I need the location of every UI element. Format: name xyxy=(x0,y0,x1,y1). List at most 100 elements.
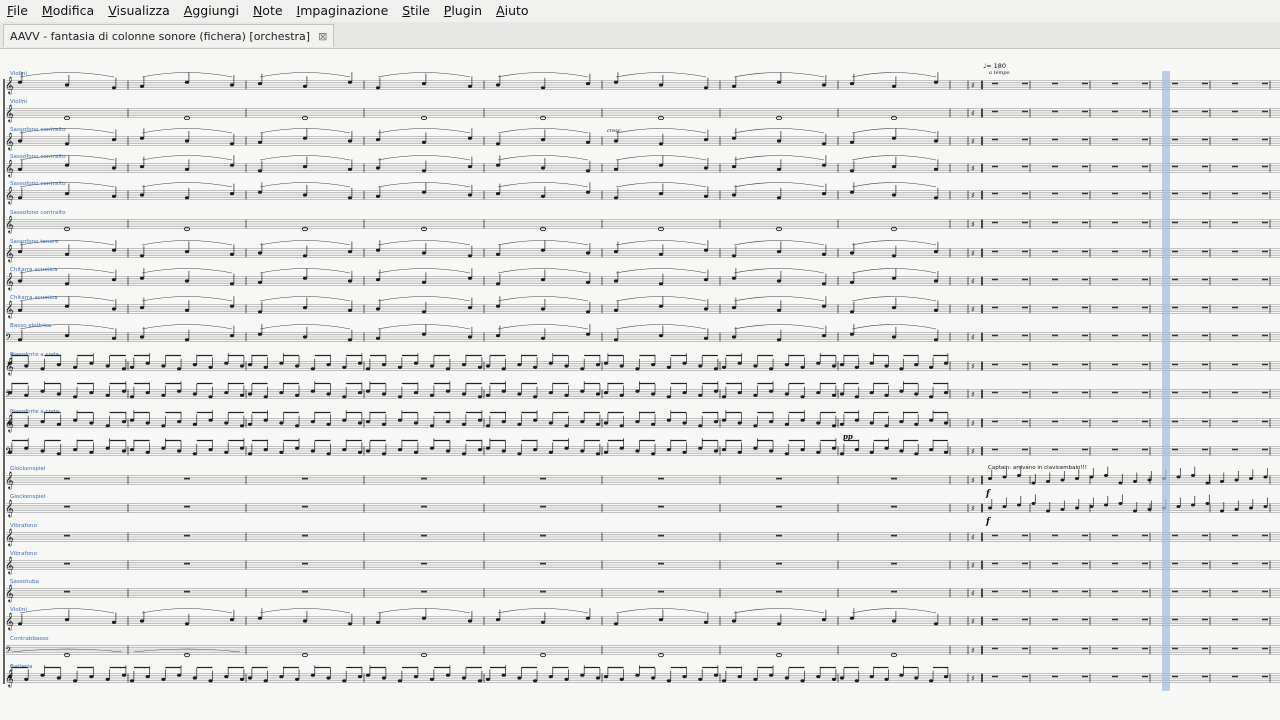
note-head xyxy=(1263,505,1268,508)
note-head xyxy=(703,307,709,311)
note-head xyxy=(467,193,473,197)
note-head xyxy=(1133,509,1137,513)
rest xyxy=(1202,250,1208,253)
note-head xyxy=(495,83,501,87)
score-tab[interactable]: AAVV - fantasia di colonne sonore (fiche… xyxy=(3,24,335,47)
rest xyxy=(1112,110,1118,113)
note-head xyxy=(139,276,145,280)
note-head xyxy=(7,361,13,365)
menu-file[interactable]: File xyxy=(0,0,35,22)
score-sheet[interactable]: Violini𝄞 ♯Violini𝄞 ♯Sassofono contralto𝄞 ♯S… xyxy=(0,49,1280,720)
note-head xyxy=(413,675,419,679)
note-head xyxy=(933,308,939,312)
rest xyxy=(992,306,998,309)
note-head xyxy=(257,280,263,284)
menu-visualizza[interactable]: Visualizza xyxy=(101,0,177,22)
note-head xyxy=(613,196,619,200)
note-head xyxy=(89,361,94,365)
key-signature: ♯ xyxy=(971,504,975,513)
note-head xyxy=(421,280,427,284)
slur xyxy=(497,155,589,161)
rest xyxy=(1082,391,1088,394)
note-head xyxy=(821,618,827,622)
note-head xyxy=(753,393,758,397)
note-head xyxy=(161,446,166,450)
note-head xyxy=(40,420,45,424)
note-head xyxy=(121,367,127,371)
note-head xyxy=(421,616,427,620)
note-head xyxy=(105,364,110,368)
note-head xyxy=(1249,477,1253,480)
rest xyxy=(1022,618,1028,621)
note-head xyxy=(89,421,94,425)
rest xyxy=(1262,110,1268,113)
rest xyxy=(1082,306,1088,309)
menu-impaginazione[interactable]: Impaginazione xyxy=(290,0,396,22)
menu-modifica[interactable]: Modifica xyxy=(35,0,101,22)
rest xyxy=(992,334,998,337)
rest xyxy=(1232,391,1238,394)
rest xyxy=(1232,306,1238,309)
note-head xyxy=(247,392,253,396)
slur xyxy=(733,155,825,161)
menu-aggiungi[interactable]: Aggiungi xyxy=(177,0,246,22)
rest xyxy=(1082,110,1088,113)
note-head xyxy=(73,365,78,369)
note-head xyxy=(111,307,117,311)
note-head xyxy=(208,365,213,369)
whole-note xyxy=(63,652,71,658)
menu-note[interactable]: Note xyxy=(246,0,290,22)
note-head xyxy=(310,420,315,424)
staff-label: Contrabbasso xyxy=(10,636,49,642)
rest xyxy=(1142,192,1148,195)
whole-note xyxy=(63,226,71,232)
note-head xyxy=(698,446,703,450)
rest xyxy=(1172,165,1178,168)
menu-stile[interactable]: Stile xyxy=(395,0,436,22)
rest xyxy=(1112,306,1118,309)
note-head xyxy=(421,190,427,194)
note-head xyxy=(184,250,190,254)
note-head xyxy=(658,618,664,622)
rest xyxy=(1142,138,1148,141)
note-head xyxy=(849,140,855,144)
note-head xyxy=(929,679,934,683)
rest xyxy=(992,363,998,366)
note-head xyxy=(381,363,387,367)
rest xyxy=(421,534,427,537)
note-head xyxy=(548,361,553,365)
rest xyxy=(1142,110,1148,113)
note-head xyxy=(375,248,381,252)
note-head xyxy=(129,395,135,399)
key-signature: ♯ xyxy=(971,390,975,399)
note-head xyxy=(302,306,308,310)
note-head xyxy=(1046,509,1050,513)
rest xyxy=(1022,192,1028,195)
score-canvas[interactable]: Violini 𝄞 ♯ Violini 𝄞 ♯ Sassofono contralto 𝄞 ♯ S… xyxy=(0,49,1280,720)
close-icon[interactable]: ⊠ xyxy=(318,30,327,43)
slur xyxy=(377,324,471,330)
note-head xyxy=(64,83,70,87)
note-head xyxy=(703,194,709,198)
note-head xyxy=(295,364,300,368)
rest xyxy=(776,590,782,593)
rest xyxy=(1142,221,1148,224)
menu-aiuto[interactable]: Aiuto xyxy=(489,0,536,22)
menu-plugin[interactable]: Plugin xyxy=(437,0,489,22)
note-head xyxy=(1191,474,1195,477)
note-head xyxy=(658,192,664,196)
note-head xyxy=(1017,474,1021,477)
note-head xyxy=(703,278,709,282)
rest xyxy=(1142,391,1148,394)
note-head xyxy=(342,365,347,369)
note-head xyxy=(580,420,585,424)
rest xyxy=(992,278,998,281)
note-head xyxy=(184,279,190,283)
rest xyxy=(992,110,998,113)
rest xyxy=(1172,192,1178,195)
note-head xyxy=(17,80,23,84)
rest xyxy=(1082,448,1088,451)
note-head xyxy=(397,448,403,452)
slur xyxy=(141,268,233,274)
note-head xyxy=(477,395,483,399)
